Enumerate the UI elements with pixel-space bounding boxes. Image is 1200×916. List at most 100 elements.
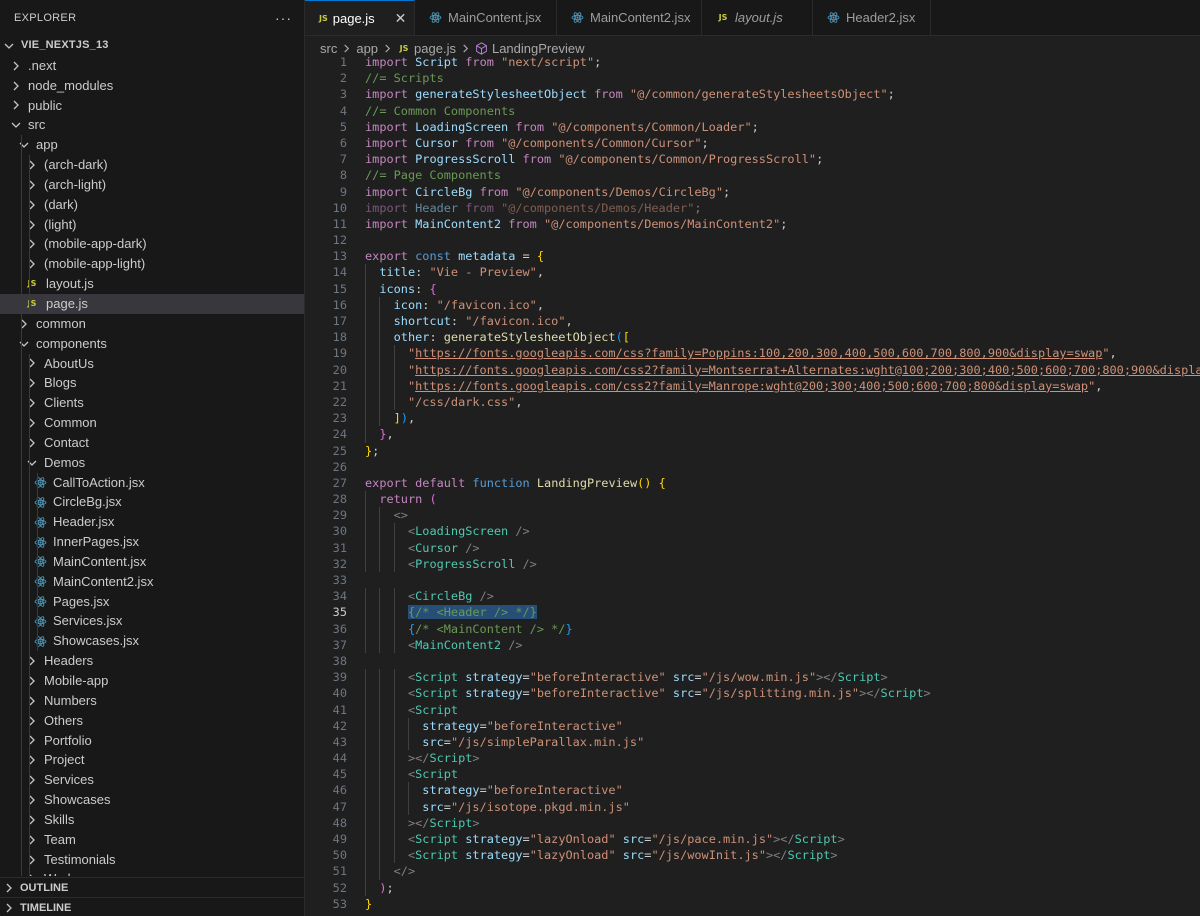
code-line[interactable]: 37 <MainContent2 />	[305, 636, 1200, 653]
code-line[interactable]: 15 icons: {	[305, 280, 1200, 297]
code-line[interactable]: 31 <Cursor />	[305, 539, 1200, 556]
tree-folder[interactable]: Showcases	[0, 790, 304, 810]
tree-folder[interactable]: (light)	[0, 214, 304, 235]
code-line[interactable]: 21 "https://fonts.googleapis.com/css2?fa…	[305, 377, 1200, 394]
tree-folder[interactable]: components	[0, 333, 304, 354]
tree-folder[interactable]: Project	[0, 750, 304, 771]
code-line[interactable]: 10 import Header from "@/components/Demos…	[305, 200, 1200, 216]
code-line[interactable]: 8 //= Page Components	[305, 167, 1200, 183]
code-line[interactable]: 53}	[305, 896, 1200, 912]
tree-folder[interactable]: Others	[0, 710, 304, 731]
tree-folder[interactable]: (mobile-app-dark)	[0, 234, 304, 255]
tab-layout-js[interactable]: JS layout.js	[702, 0, 813, 35]
outline-section[interactable]: OUTLINE	[0, 877, 304, 898]
timeline-section[interactable]: TIMELINE	[0, 897, 304, 916]
tree-file[interactable]: JS page.js	[0, 293, 304, 314]
tree-file[interactable]: Showcases.jsx	[0, 631, 304, 652]
tree-file[interactable]: InnerPages.jsx	[0, 532, 304, 552]
tree-folder[interactable]: AboutUs	[0, 353, 304, 374]
code-line[interactable]: 45 <Script	[305, 766, 1200, 783]
code-line[interactable]: 46 strategy="beforeInteractive"	[305, 782, 1200, 799]
tree-folder[interactable]: node_modules	[0, 76, 304, 96]
code-line[interactable]: 27 export default function LandingPreview…	[305, 475, 1200, 491]
tree-folder[interactable]: (mobile-app-light)	[0, 254, 304, 275]
tab-page-js[interactable]: JS page.js ✕	[305, 0, 415, 35]
close-icon[interactable]: ✕	[395, 10, 407, 27]
code-line[interactable]: 52 );	[305, 879, 1200, 896]
tree-folder[interactable]: Common	[0, 413, 304, 433]
code-line[interactable]: 41 <Script	[305, 701, 1200, 718]
code-line[interactable]: 38	[305, 653, 1200, 669]
tree-folder[interactable]: app	[0, 135, 304, 156]
tree-folder[interactable]: Works	[0, 869, 304, 876]
tree-folder[interactable]: (dark)	[0, 194, 304, 215]
code-line[interactable]: 2 //= Scripts	[305, 70, 1200, 86]
code-line[interactable]: 17 shortcut: "/favicon.ico",	[305, 313, 1200, 330]
code-line[interactable]: 24 },	[305, 426, 1200, 443]
tree-file[interactable]: Header.jsx	[0, 512, 304, 533]
tree-folder[interactable]: .next	[0, 56, 304, 76]
tree-folder[interactable]: Clients	[0, 393, 304, 414]
code-line[interactable]: 9 import CircleBg from "@/components/Demo…	[305, 184, 1200, 200]
code-editor[interactable]: 1 import Script from "next/script"; 2//= S…	[305, 54, 1200, 916]
tree-folder[interactable]: public	[0, 96, 304, 116]
code-line[interactable]: 47 src="/js/isotope.pkgd.min.js"	[305, 798, 1200, 815]
code-line[interactable]: 26	[305, 459, 1200, 475]
code-line[interactable]: 14 title: "Vie - Preview",	[305, 264, 1200, 281]
code-line[interactable]: 20 "https://fonts.googleapis.com/css2?fa…	[305, 361, 1200, 378]
tree-folder[interactable]: (arch-dark)	[0, 155, 304, 175]
tree-file[interactable]: MainContent.jsx	[0, 551, 304, 572]
code-line[interactable]: 18 other: generateStylesheetObject([	[305, 329, 1200, 346]
tree-file[interactable]: JS layout.js	[0, 274, 304, 294]
tree-folder[interactable]: Blogs	[0, 373, 304, 394]
tree-folder[interactable]: Numbers	[0, 690, 304, 711]
code-line[interactable]: 50 <Script strategy="lazyOnload" src="/j…	[305, 847, 1200, 864]
code-line[interactable]: 51 </>	[305, 863, 1200, 880]
code-line[interactable]: 6 import Cursor from "@/components/Common…	[305, 135, 1200, 151]
tree-folder[interactable]: Headers	[0, 651, 304, 671]
more-actions-icon[interactable]: ···	[275, 10, 292, 26]
tab-header2-jsx[interactable]: Header2.jsx	[813, 0, 931, 35]
tree-folder[interactable]: common	[0, 313, 304, 334]
tree-folder[interactable]: Testimonials	[0, 849, 304, 870]
code-line[interactable]: 35 {/* <Header /> */}	[305, 604, 1200, 621]
code-line[interactable]: 11 import MainContent2 from "@/components…	[305, 216, 1200, 232]
tree-file[interactable]: MainContent2.jsx	[0, 571, 304, 592]
code-line[interactable]: 25};	[305, 443, 1200, 459]
code-line[interactable]: 30 <LoadingScreen />	[305, 523, 1200, 540]
code-line[interactable]: 28 return (	[305, 491, 1200, 508]
code-line[interactable]: 32 <ProgressScroll />	[305, 555, 1200, 572]
tree-folder[interactable]: Contact	[0, 432, 304, 453]
tree-folder[interactable]: Team	[0, 829, 304, 850]
code-line[interactable]: 29 <>	[305, 507, 1200, 524]
code-line[interactable]: 4 //= Common Components	[305, 103, 1200, 119]
tree-file[interactable]: CallToAction.jsx	[0, 472, 304, 493]
code-line[interactable]: 22 "/css/dark.css",	[305, 393, 1200, 411]
code-line[interactable]: 42 strategy="beforeInteractive"	[305, 717, 1200, 734]
tree-folder[interactable]: Demos	[0, 452, 304, 473]
code-line[interactable]: 12	[305, 232, 1200, 248]
tree-folder[interactable]: VIE_NEXTJS_13	[0, 36, 304, 56]
code-line[interactable]: 19 "https://fonts.googleapis.com/css?fam…	[305, 345, 1200, 362]
tab-maincontent-jsx[interactable]: MainContent.jsx	[415, 0, 557, 35]
code-line[interactable]: 13 export const metadata = {	[305, 248, 1200, 264]
tree-folder[interactable]: src	[0, 115, 304, 135]
code-line[interactable]: 23 ]),	[305, 410, 1200, 427]
code-line[interactable]: 5 import LoadingScreen from "@/components…	[305, 119, 1200, 135]
code-line[interactable]: 33	[305, 572, 1200, 588]
code-line[interactable]: 1 import Script from "next/script";	[305, 54, 1200, 70]
code-line[interactable]: 49 <Script strategy="lazyOnload" src="/j…	[305, 831, 1200, 848]
code-line[interactable]: 34 <CircleBg />	[305, 588, 1200, 605]
tree-file[interactable]: CircleBg.jsx	[0, 492, 304, 513]
tree-folder[interactable]: Skills	[0, 809, 304, 830]
code-line[interactable]: 48 ></Script>	[305, 814, 1200, 831]
code-line[interactable]: 16 icon: "/favicon.ico",	[305, 296, 1200, 313]
tree-file[interactable]: Services.jsx	[0, 611, 304, 632]
code-line[interactable]: 39 <Script strategy="beforeInteractive" …	[305, 669, 1200, 686]
tree-file[interactable]: Pages.jsx	[0, 591, 304, 612]
tree-folder[interactable]: Portfolio	[0, 730, 304, 751]
tab-maincontent2-jsx[interactable]: MainContent2.jsx	[557, 0, 702, 35]
code-line[interactable]: 40 <Script strategy="beforeInteractive" …	[305, 685, 1200, 702]
code-line[interactable]: 7 import ProgressScroll from "@/component…	[305, 151, 1200, 167]
code-line[interactable]: 43 src="/js/simpleParallax.min.js"	[305, 733, 1200, 751]
